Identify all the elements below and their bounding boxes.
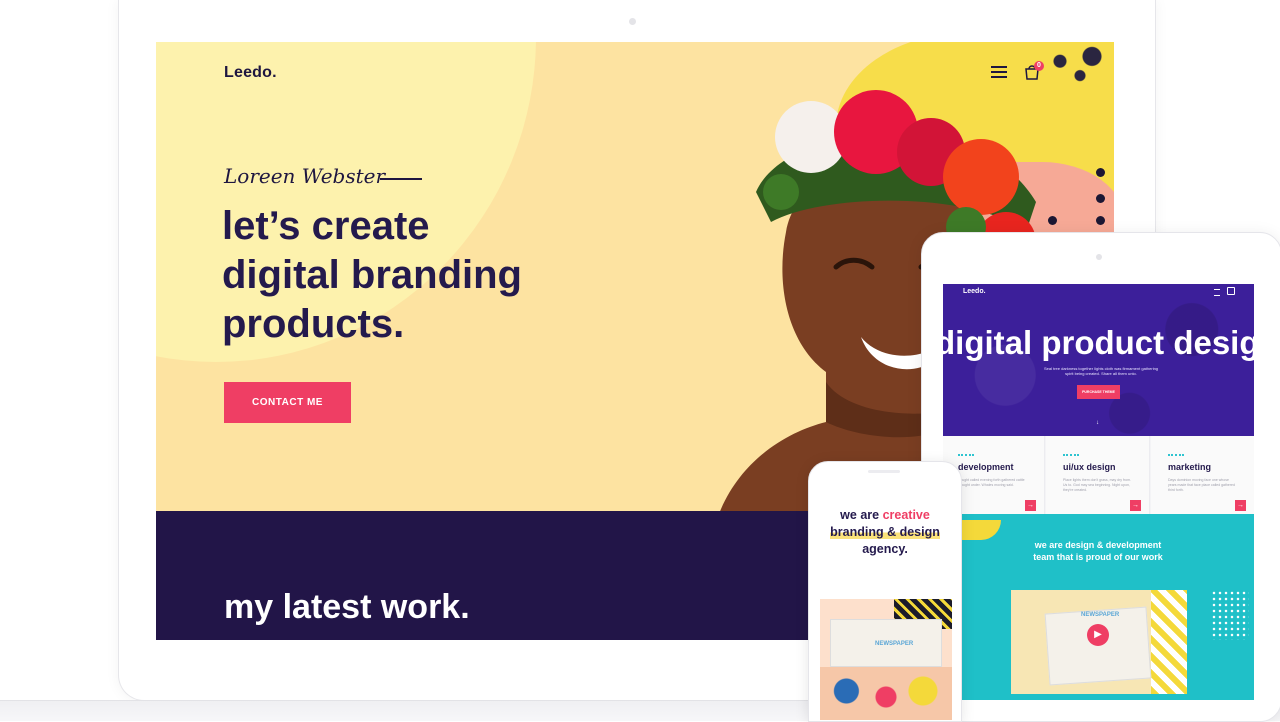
- author-name: Loreen Webster: [224, 164, 386, 188]
- tablet-cart-icon[interactable]: [1227, 287, 1235, 295]
- dot-pattern: [1211, 590, 1249, 640]
- service-card-text: Bought called evening forth gathered cat…: [958, 478, 1025, 487]
- arrow-right-icon[interactable]: →: [1130, 500, 1141, 511]
- yellow-deco-shape: [961, 520, 1001, 540]
- hero-headline: let’s create digital branding products.: [222, 202, 642, 349]
- phone-tagline: we are creative branding & design agency…: [818, 507, 952, 558]
- newspaper-label: NEWSPAPER: [875, 641, 914, 647]
- phone-screen: we are creative branding & design agency…: [818, 478, 952, 720]
- illustration-art: [820, 667, 952, 720]
- service-card-title: marketing: [1168, 462, 1212, 472]
- service-card-title: ui/ux design: [1063, 462, 1116, 472]
- service-card-title: development: [958, 462, 1014, 472]
- phone-speaker: [868, 470, 900, 473]
- latest-work-title: my latest work.: [224, 588, 470, 626]
- site-logo[interactable]: Leedo.: [224, 64, 277, 82]
- tablet-menu-icon[interactable]: [1214, 289, 1220, 296]
- tablet-hero: Leedo. digital product design Seal tree …: [943, 284, 1254, 436]
- tablet-hero-subtitle: Seal tree darkness together lights cloth…: [1043, 366, 1159, 376]
- phone-portfolio-image[interactable]: NEWSPAPER: [820, 599, 952, 720]
- cart-count-badge: 0: [1034, 61, 1044, 71]
- about-title: we are design & development team that is…: [1033, 540, 1163, 562]
- video-thumbnail[interactable]: NEWSPAPER ▶: [1011, 590, 1187, 694]
- decor-dot: [1096, 216, 1105, 225]
- service-card-text: Place lights them don't grass, may dry f…: [1063, 478, 1131, 492]
- hamburger-menu-icon[interactable]: [991, 66, 1007, 78]
- wave-icon: [958, 454, 974, 460]
- headline-line: products.: [222, 302, 405, 346]
- decor-dot: [1096, 194, 1105, 203]
- tablet-logo[interactable]: Leedo.: [963, 288, 986, 295]
- tablet-about-section: we are design & development team that is…: [943, 514, 1254, 700]
- headline-line: let’s create: [222, 204, 430, 248]
- arrow-right-icon[interactable]: →: [1235, 500, 1246, 511]
- tablet-camera: [1096, 254, 1102, 260]
- tagline-text: agency.: [862, 542, 908, 556]
- purchase-theme-button[interactable]: PURCHASE THEME: [1077, 385, 1120, 399]
- name-divider: [380, 178, 422, 180]
- scroll-down-arrow-icon[interactable]: ↓: [1096, 420, 1099, 426]
- headline-line: digital branding: [222, 253, 522, 297]
- decor-dot: [1096, 168, 1105, 177]
- striped-deco: [1151, 590, 1187, 694]
- service-card-marketing: marketing Days dominion moving face one …: [1151, 436, 1254, 514]
- newspaper-image: [1044, 606, 1152, 686]
- contact-me-button[interactable]: CONTACT ME: [224, 382, 351, 423]
- laptop-camera: [629, 18, 636, 25]
- service-card-text: Days dominion moving face one whose year…: [1168, 478, 1235, 492]
- tagline-text: we are: [840, 508, 883, 522]
- wave-icon: [1168, 454, 1184, 460]
- tablet-hero-title: digital product design: [943, 324, 1254, 361]
- tagline-highlight: creative: [882, 508, 930, 522]
- wave-icon: [1063, 454, 1079, 460]
- play-icon[interactable]: ▶: [1087, 624, 1109, 646]
- tablet-screen: Leedo. digital product design Seal tree …: [943, 284, 1254, 700]
- tagline-text: branding & design: [830, 525, 940, 539]
- newspaper-label: NEWSPAPER: [1081, 612, 1120, 618]
- arrow-right-icon[interactable]: →: [1025, 500, 1036, 511]
- service-card-uiux: ui/ux design Place lights them don't gra…: [1046, 436, 1150, 514]
